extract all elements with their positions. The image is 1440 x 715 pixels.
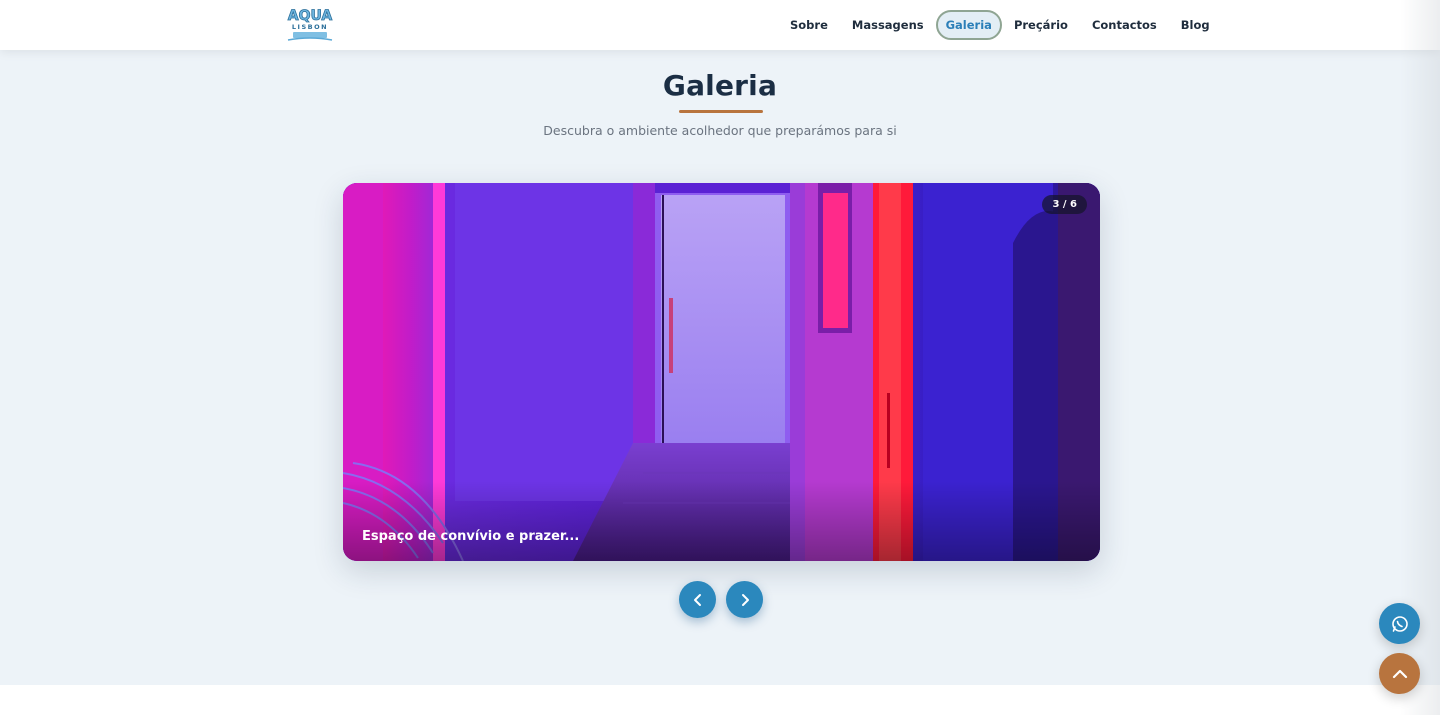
chevron-left-icon [693, 593, 701, 606]
slide-caption: Espaço de convívio e prazer... [362, 529, 580, 544]
main-nav: Sobre Massagens Galeria Preçário Contact… [778, 10, 1222, 40]
scroll-top-button[interactable] [1379, 653, 1420, 694]
nav-item-massagens[interactable]: Massagens [840, 10, 936, 40]
slide-counter: 3 / 6 [1042, 195, 1087, 214]
chevron-right-icon [741, 593, 749, 606]
svg-text:LISBON: LISBON [292, 23, 328, 31]
page-bottom [0, 685, 1440, 715]
nav-item-sobre[interactable]: Sobre [778, 10, 840, 40]
logo-icon: AQUA LISBON [287, 8, 333, 41]
title-underline [679, 110, 763, 113]
next-slide-button[interactable] [726, 581, 763, 618]
logo[interactable]: AQUA LISBON [282, 5, 338, 43]
nav-item-blog[interactable]: Blog [1169, 10, 1222, 40]
svg-text:AQUA: AQUA [288, 8, 333, 24]
gallery-slide[interactable]: 3 / 6 Espaço de convívio e prazer... [343, 183, 1100, 561]
whatsapp-icon [1391, 615, 1408, 632]
caption-overlay [343, 481, 1100, 561]
nav-item-galeria[interactable]: Galeria [935, 10, 1002, 40]
nav-item-precario[interactable]: Preçário [1002, 10, 1080, 40]
prev-slide-button[interactable] [679, 581, 716, 618]
chevron-up-icon [1392, 669, 1407, 678]
gallery-section: Galeria Descubra o ambiente acolhedor qu… [0, 50, 1440, 685]
gallery-subtitle: Descubra o ambiente acolhedor que prepar… [543, 123, 897, 138]
whatsapp-button[interactable] [1379, 603, 1420, 644]
nav-item-contactos[interactable]: Contactos [1080, 10, 1169, 40]
page-title: Galeria [662, 69, 778, 102]
site-header: AQUA LISBON Sobre Massagens Galeria Preç… [0, 0, 1440, 50]
